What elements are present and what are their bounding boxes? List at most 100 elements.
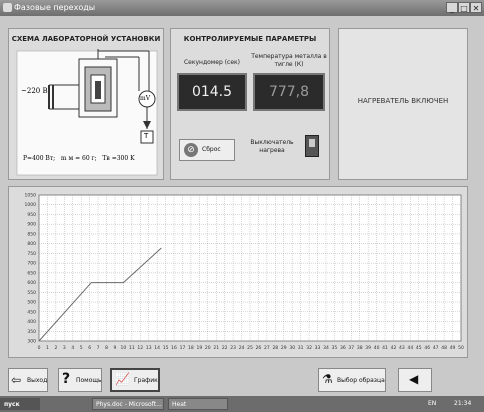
x-tick-label: 32: [306, 345, 312, 351]
x-tick-label: 7: [97, 345, 100, 351]
x-tick-label: 49: [450, 345, 456, 351]
stopwatch-label: Секундомер (сек): [183, 59, 241, 66]
x-tick-label: 37: [348, 345, 354, 351]
reset-icon: ⊘: [184, 143, 198, 157]
heater-status-text: НАГРЕВАТЕЛЬ ВКЛЮЧЕН: [357, 97, 449, 105]
x-tick-label: 47: [433, 345, 439, 351]
taskbar-item-doc-label: Phys.doc - Microsoft...: [96, 401, 162, 408]
y-tick-label: 400: [27, 319, 36, 325]
maximize-button[interactable]: □: [458, 2, 470, 13]
x-tick-label: 18: [188, 345, 194, 351]
temperature-label: Температура металла в тигле (К): [251, 53, 327, 68]
x-tick-label: 36: [340, 345, 346, 351]
heater-status-panel: НАГРЕВАТЕЛЬ ВКЛЮЧЕН: [338, 28, 468, 180]
x-tick-label: 21: [213, 345, 219, 351]
x-tick-label: 9: [114, 345, 117, 351]
sample-icon: ⚗: [322, 372, 333, 386]
minimize-button[interactable]: _: [446, 2, 458, 13]
x-tick-label: 50: [458, 345, 464, 351]
x-tick-label: 17: [180, 345, 186, 351]
x-tick-label: 35: [332, 345, 338, 351]
exit-button[interactable]: ⇦ Выход: [8, 368, 48, 392]
window-title: Фазовые переходы: [14, 3, 96, 12]
y-tick-label: 450: [27, 309, 36, 315]
x-tick-label: 44: [407, 345, 413, 351]
help-button[interactable]: ? Помощь: [58, 368, 102, 392]
x-tick-label: 10: [121, 345, 127, 351]
start-label: пуск: [4, 401, 20, 408]
voltage-label: ~220 В: [21, 87, 48, 95]
x-tick-label: 38: [357, 345, 363, 351]
x-tick-label: 45: [416, 345, 422, 351]
x-tick-label: 31: [298, 345, 304, 351]
title-bar: Фазовые переходы _ □ ✕: [0, 0, 484, 16]
y-tick-label: 500: [27, 300, 36, 306]
x-tick-label: 34: [323, 345, 329, 351]
help-label: Помощь: [76, 377, 102, 384]
x-tick-label: 23: [230, 345, 236, 351]
x-tick-label: 40: [374, 345, 380, 351]
x-tick-label: 28: [272, 345, 278, 351]
x-tick-label: 4: [71, 345, 74, 351]
language-indicator[interactable]: EN: [428, 400, 436, 407]
exit-icon: ⇦: [11, 373, 22, 387]
y-tick-label: 550: [27, 290, 36, 296]
x-tick-label: 5: [80, 345, 83, 351]
x-tick-label: 43: [399, 345, 405, 351]
back-button[interactable]: ◀: [398, 368, 432, 392]
taskbar: пуск Phys.doc - Microsoft... Heat EN 21:…: [0, 396, 484, 412]
temperature-chart: 0 1 2 3 4 5 6 7 8 9 10 11 12 13 14 15 16 17 18 19 20 21 22 23 24…: [25, 193, 464, 352]
y-tick-label: 350: [27, 329, 36, 335]
close-button[interactable]: ✕: [470, 2, 482, 13]
x-tick-label: 14: [154, 345, 160, 351]
x-tick-label: 6: [88, 345, 91, 351]
y-tick-label: 950: [27, 212, 36, 218]
x-tick-label: 41: [382, 345, 388, 351]
taskbar-item-doc[interactable]: Phys.doc - Microsoft...: [92, 398, 164, 410]
y-tick-label: 1000: [25, 202, 37, 208]
x-tick-label: 0: [38, 345, 41, 351]
x-tick-label: 3: [63, 345, 66, 351]
stopwatch-display: 014.5: [177, 73, 247, 111]
graph-button[interactable]: 📈 График: [110, 368, 160, 392]
y-tick-label: 300: [27, 339, 36, 345]
x-tick-label: 30: [289, 345, 295, 351]
x-tick-label: 15: [163, 345, 169, 351]
x-tick-label: 13: [146, 345, 152, 351]
taskbar-item-heat[interactable]: Heat: [168, 398, 228, 410]
y-tick-label: 750: [27, 251, 36, 257]
chart-panel: 0 1 2 3 4 5 6 7 8 9 10 11 12 13 14 15 16 17 18 19 20 21 22 23 24…: [8, 186, 468, 358]
graph-icon: 📈: [115, 372, 130, 386]
y-tick-label: 800: [27, 241, 36, 247]
reset-button[interactable]: ⊘ Сброс: [179, 139, 235, 161]
y-tick-label: 600: [27, 280, 36, 286]
heater-switch[interactable]: [305, 135, 319, 157]
x-tick-label: 39: [365, 345, 371, 351]
exit-label: Выход: [27, 377, 48, 384]
select-sample-button[interactable]: ⚗ Выбор образца: [318, 368, 386, 392]
x-tick-label: 12: [137, 345, 143, 351]
back-icon: ◀: [409, 372, 419, 386]
meter-label: mV: [140, 95, 151, 102]
x-tick-label: 26: [256, 345, 262, 351]
x-tick-label: 22: [222, 345, 228, 351]
x-tick-label: 42: [391, 345, 397, 351]
start-button[interactable]: пуск: [0, 398, 40, 410]
x-tick-label: 11: [129, 345, 135, 351]
reset-label: Сброс: [202, 146, 221, 153]
x-tick-label: 8: [105, 345, 108, 351]
y-tick-label: 1050: [25, 193, 37, 199]
clock: 21:34: [454, 400, 472, 407]
x-tick-label: 20: [205, 345, 211, 351]
x-tick-label: 24: [239, 345, 245, 351]
temperature-display: 777,8: [253, 73, 325, 111]
help-icon: ?: [62, 371, 71, 387]
x-tick-label: 25: [247, 345, 253, 351]
app-icon: [3, 3, 12, 12]
temperature-sensor-label: T: [144, 132, 149, 140]
controls-title: КОНТРОЛИРУЕМЫЕ ПАРАМЕТРЫ: [183, 35, 317, 43]
taskbar-item-heat-label: Heat: [172, 401, 187, 408]
y-tick-label: 700: [27, 261, 36, 267]
x-tick-label: 19: [196, 345, 202, 351]
y-tick-label: 850: [27, 231, 36, 237]
